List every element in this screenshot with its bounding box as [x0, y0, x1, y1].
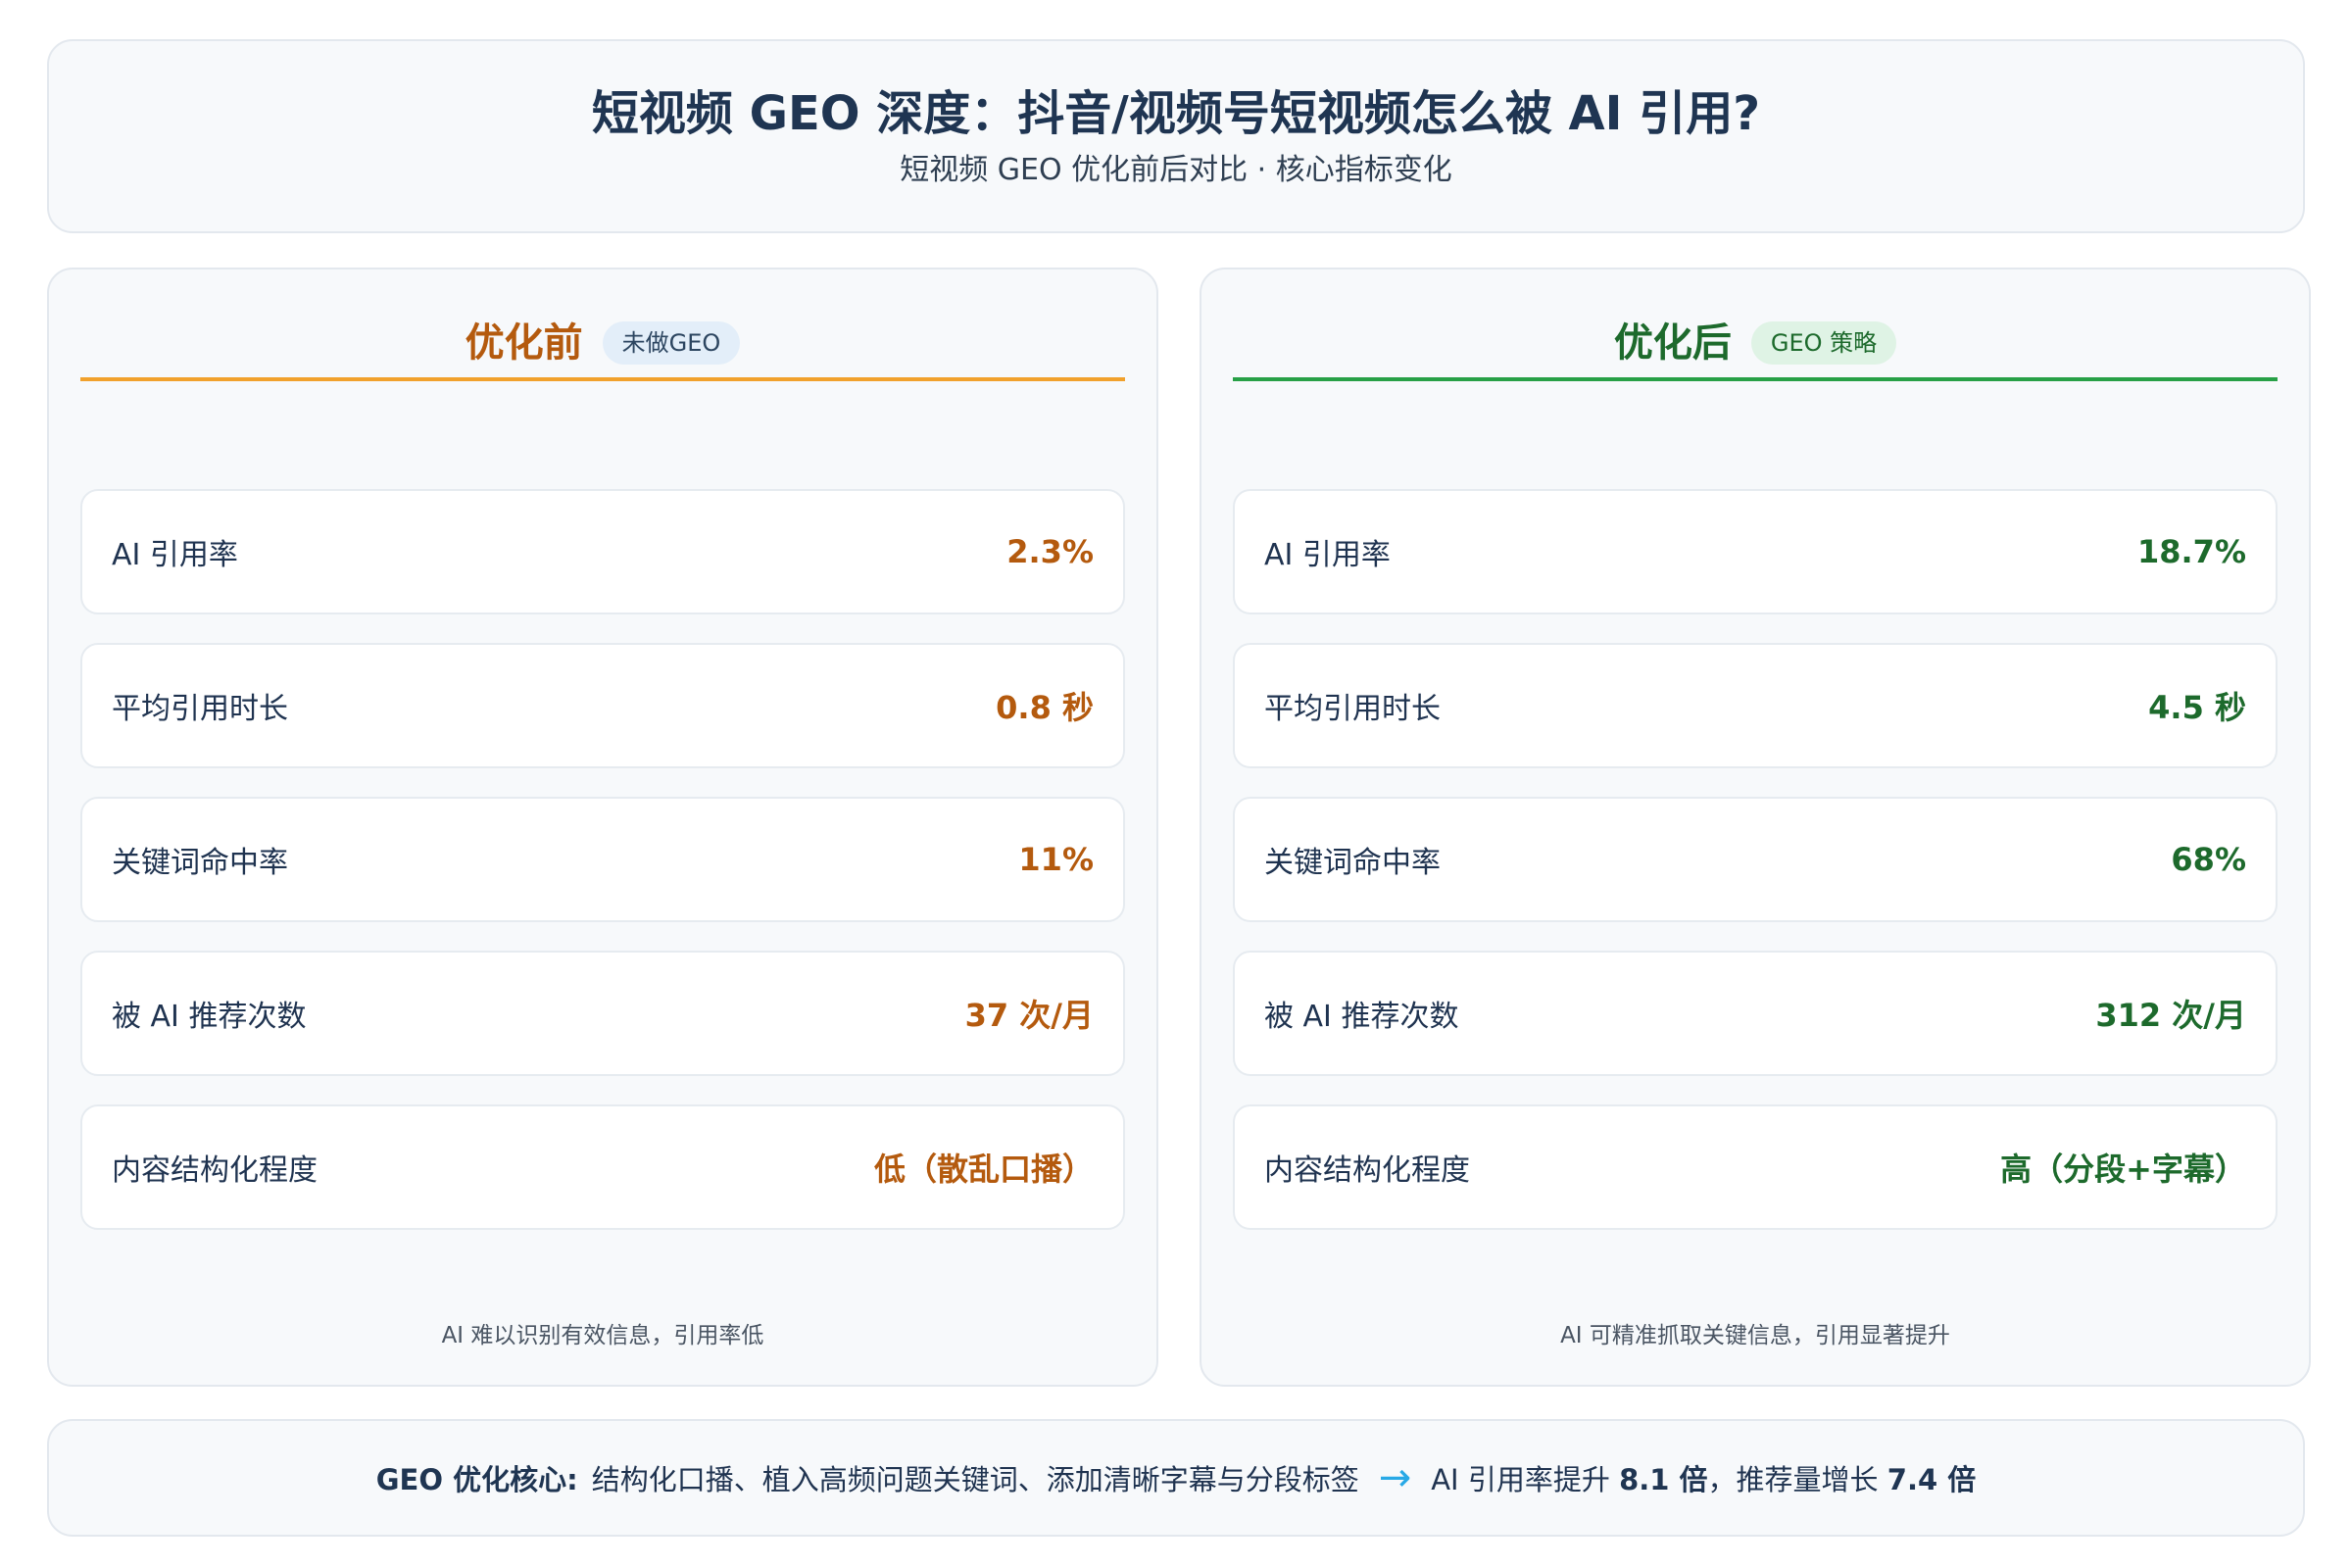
metric-row-keyword-hit-rate: 关键词命中率 11% [80, 797, 1125, 922]
footer-result-mid: ，推荐量增长 [1707, 1463, 1879, 1496]
arrow-right-icon: → [1378, 1455, 1412, 1500]
metric-label: 被 AI 推荐次数 [112, 1000, 307, 1034]
metric-value: 低（散乱口播） [873, 1151, 1094, 1188]
panel-after-header: 优化后 GEO 策略 [1233, 309, 2278, 377]
panel-before-header: 优化前 未做GEO [80, 309, 1125, 377]
page-subtitle: 短视频 GEO 优化前后对比 · 核心指标变化 [900, 152, 1452, 187]
metric-row-keyword-hit-rate: 关键词命中率 68% [1233, 797, 2278, 922]
panel-before-divider [80, 377, 1125, 381]
metric-value: 312 次/月 [2095, 997, 2246, 1034]
metric-label: 关键词命中率 [1264, 846, 1441, 880]
page-title: 短视频 GEO 深度：抖音/视频号短视频怎么被 AI 引用? [591, 86, 1761, 141]
panel-before-badge: 未做GEO [602, 320, 741, 366]
footer-text: 结构化口播、植入高频问题关键词、添加清晰字幕与分段标签 [591, 1463, 1359, 1496]
metric-label: 平均引用时长 [112, 692, 288, 726]
metric-value: 0.8 秒 [996, 689, 1094, 726]
metric-label: AI 引用率 [1264, 538, 1391, 572]
panel-before: 优化前 未做GEO AI 引用率 2.3% 平均引用时长 0.8 秒 关键词命中… [47, 268, 1158, 1387]
metric-label: 关键词命中率 [112, 846, 288, 880]
metric-value: 68% [2171, 841, 2246, 878]
metric-label: 内容结构化程度 [1264, 1153, 1470, 1188]
metric-value: 11% [1018, 841, 1094, 878]
panel-after-note: AI 可精准抓取关键信息，引用显著提升 [1560, 1323, 1950, 1348]
footer-result-num1: 8.1 倍 [1619, 1463, 1708, 1496]
metric-row-avg-citation-duration: 平均引用时长 0.8 秒 [80, 643, 1125, 768]
panel-before-title: 优化前 [465, 320, 583, 366]
panel-after-title: 优化后 [1613, 320, 1732, 366]
panel-after-metric-list: AI 引用率 18.7% 平均引用时长 4.5 秒 关键词命中率 68% 被 A… [1233, 489, 2278, 1258]
footer-result-prefix: AI 引用率提升 [1431, 1463, 1610, 1496]
metric-value: 4.5 秒 [2148, 689, 2246, 726]
metric-row-avg-citation-duration: 平均引用时长 4.5 秒 [1233, 643, 2278, 768]
metric-value: 高（分段+字幕） [2000, 1151, 2246, 1188]
panel-after-divider [1233, 377, 2278, 381]
metric-row-structure-level: 内容结构化程度 低（散乱口播） [80, 1104, 1125, 1230]
metric-row-citation-rate: AI 引用率 2.3% [80, 489, 1125, 614]
metric-row-ai-recommendations: 被 AI 推荐次数 312 次/月 [1233, 951, 2278, 1076]
metric-row-citation-rate: AI 引用率 18.7% [1233, 489, 2278, 614]
metric-row-ai-recommendations: 被 AI 推荐次数 37 次/月 [80, 951, 1125, 1076]
metric-label: AI 引用率 [112, 538, 238, 572]
panel-after: 优化后 GEO 策略 AI 引用率 18.7% 平均引用时长 4.5 秒 关键词… [1200, 268, 2311, 1387]
metric-value: 18.7% [2136, 533, 2246, 570]
metric-value: 2.3% [1006, 533, 1094, 570]
metric-label: 被 AI 推荐次数 [1264, 1000, 1459, 1034]
panel-before-note: AI 难以识别有效信息，引用率低 [441, 1323, 764, 1348]
metric-row-structure-level: 内容结构化程度 高（分段+字幕） [1233, 1104, 2278, 1230]
metric-value: 37 次/月 [964, 997, 1094, 1034]
panel-after-badge: GEO 策略 [1750, 320, 1897, 366]
footer-summary: GEO 优化核心: 结构化口播、植入高频问题关键词、添加清晰字幕与分段标签 → … [47, 1419, 2305, 1537]
footer-result-num2: 7.4 倍 [1886, 1463, 1977, 1496]
panel-before-metric-list: AI 引用率 2.3% 平均引用时长 0.8 秒 关键词命中率 11% 被 AI… [80, 489, 1125, 1258]
header-card: 短视频 GEO 深度：抖音/视频号短视频怎么被 AI 引用? 短视频 GEO 优… [47, 39, 2305, 233]
metric-label: 平均引用时长 [1264, 692, 1441, 726]
metric-label: 内容结构化程度 [112, 1153, 318, 1188]
footer-key: GEO 优化核心: [375, 1463, 578, 1496]
